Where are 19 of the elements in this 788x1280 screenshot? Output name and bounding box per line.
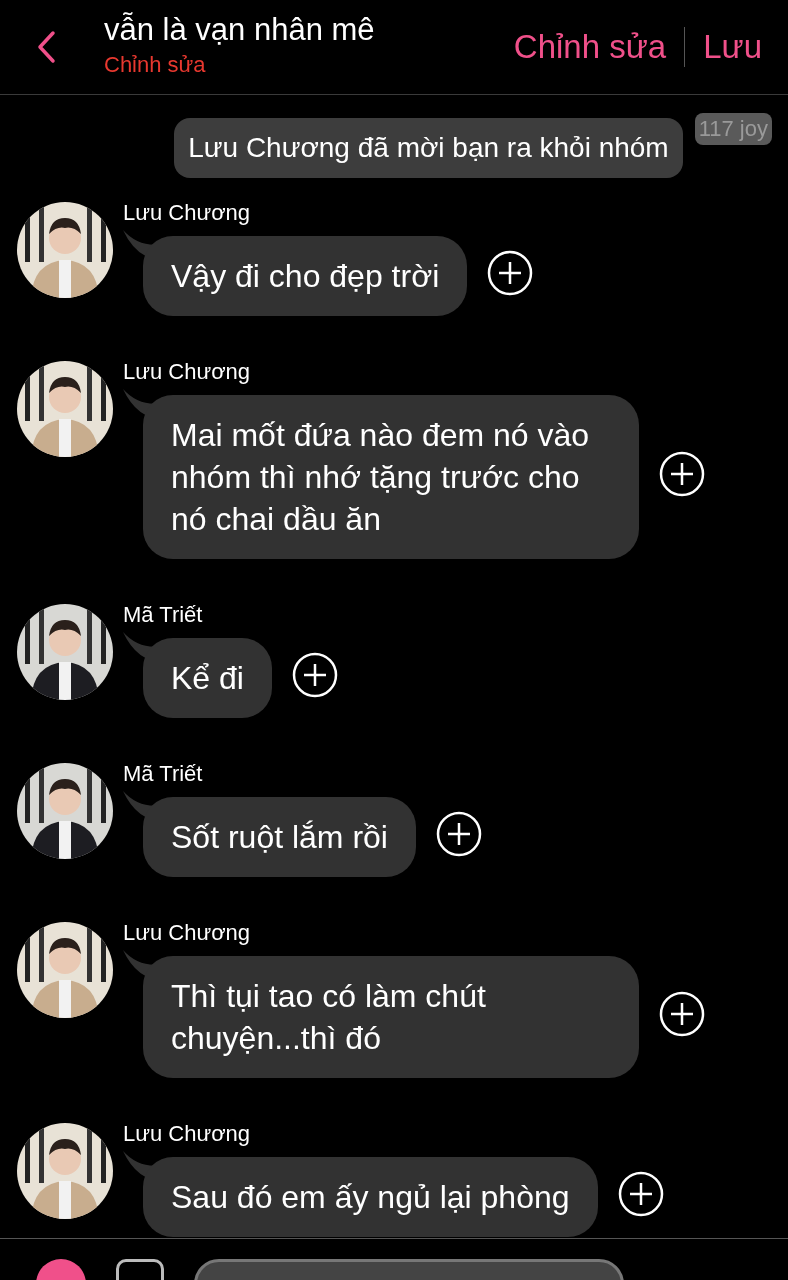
count-badge: 117 joy: [694, 113, 772, 145]
chat-subtitle: Chỉnh sửa: [104, 52, 207, 78]
add-icon[interactable]: [659, 991, 705, 1037]
sender-name: Mã Triết: [123, 602, 204, 628]
sender-name: Mã Triết: [123, 761, 204, 787]
header-action[interactable]: Lưu: [703, 28, 762, 66]
chat-title: vẫn là vạn nhân mê: [104, 12, 376, 48]
sender-name: Lưu Chương: [123, 920, 252, 946]
sender-name: Lưu Chương: [123, 200, 252, 226]
add-icon[interactable]: [435, 811, 482, 857]
sender-name: Lưu Chương: [123, 1121, 252, 1147]
back-icon[interactable]: [36, 30, 56, 64]
add-icon[interactable]: [291, 652, 338, 698]
add-icon[interactable]: [659, 451, 705, 497]
sender-name: Lưu Chương: [123, 359, 252, 385]
header-action[interactable]: Chỉnh sửa: [513, 28, 667, 66]
system-message: Lưu Chương đã mời bạn ra khỏi nhóm: [174, 118, 683, 178]
add-icon[interactable]: [617, 1171, 664, 1217]
add-icon[interactable]: [487, 250, 534, 296]
